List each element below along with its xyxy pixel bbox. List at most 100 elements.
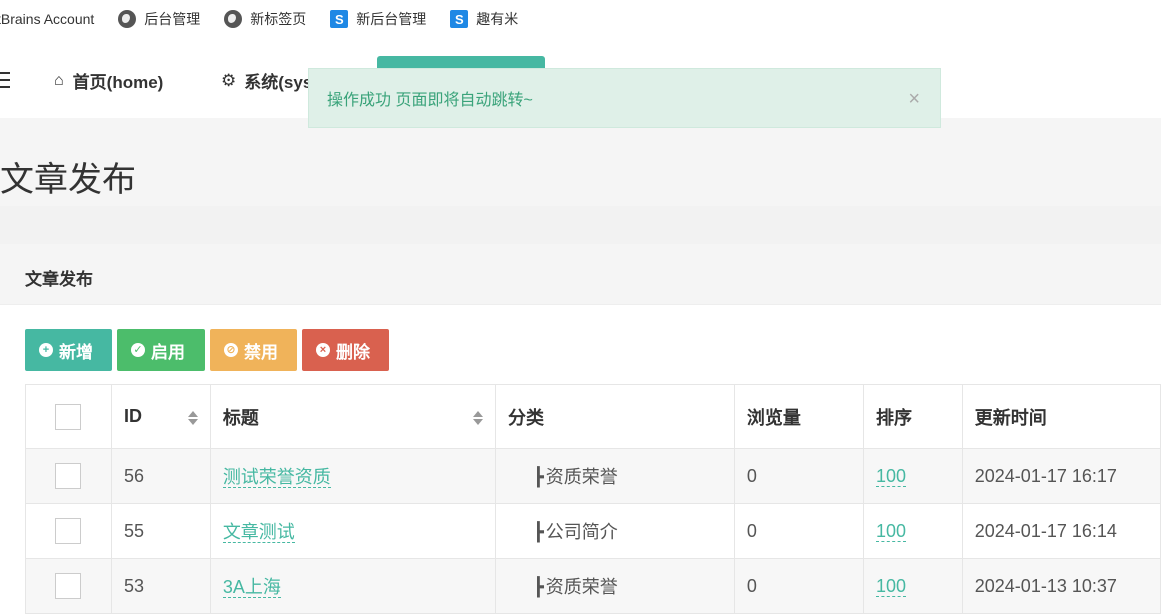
sort-icon[interactable] xyxy=(187,411,198,425)
col-id-header[interactable]: ID xyxy=(110,384,211,449)
row-checkbox[interactable] xyxy=(55,518,82,544)
sort-icon[interactable] xyxy=(472,411,483,425)
bookmark-label: 新标签页 xyxy=(250,11,307,27)
category-text: 资质荣誉 xyxy=(545,577,618,597)
cell-title: 3A上海 xyxy=(209,558,496,614)
row-select-cell xyxy=(25,448,112,504)
title-link[interactable]: 文章测试 xyxy=(222,522,295,543)
gear-icon: ⚙ xyxy=(221,70,237,90)
cell-updated: 2024-01-17 16:14 xyxy=(961,503,1161,559)
bookmark-label: 新后台管理 xyxy=(356,11,427,27)
tree-prefix: ┣ xyxy=(532,522,544,542)
cell-title: 文章测试 xyxy=(209,503,496,559)
title-link[interactable]: 测试荣誉资质 xyxy=(222,467,331,488)
cell-id: 55 xyxy=(110,503,211,559)
cell-sort: 100 xyxy=(862,503,963,559)
panel-header: 文章发布 xyxy=(0,244,1161,305)
enable-button-label: 启用 xyxy=(151,342,185,362)
nav-system[interactable]: ⚙ 系统(sys xyxy=(221,68,312,93)
table-row: 55 文章测试 ┣ 公司简介 0 100 2024-01-17 16:14 xyxy=(25,503,1161,559)
cell-title: 测试荣誉资质 xyxy=(209,448,496,504)
panel-title: 文章发布 xyxy=(25,270,93,289)
check-circle-icon: ✓ xyxy=(131,343,145,357)
col-category-header: 分类 xyxy=(494,384,735,449)
nav-home[interactable]: ⌂ 首页(home) xyxy=(54,68,163,93)
table-row: 56 测试荣誉资质 ┣ 资质荣誉 0 100 2024-01-17 16:17 xyxy=(25,448,1161,504)
delete-button[interactable]: × 删除 xyxy=(302,329,389,371)
delete-button-label: 删除 xyxy=(336,342,370,362)
cell-sort: 100 xyxy=(862,558,963,614)
globe-icon xyxy=(224,10,243,28)
cell-category: ┣ 资质荣誉 xyxy=(494,558,735,614)
close-icon[interactable]: × xyxy=(908,89,920,109)
globe-icon xyxy=(118,10,137,28)
section-divider xyxy=(0,206,1161,244)
sort-value-link[interactable]: 100 xyxy=(875,465,907,487)
category-text: 公司简介 xyxy=(545,522,618,542)
table-row: 53 3A上海 ┣ 资质荣誉 0 100 2024-01-13 10:37 xyxy=(25,558,1161,614)
ban-icon: ⊘ xyxy=(224,343,238,357)
bookmark-new-admin[interactable]: S 新后台管理 xyxy=(330,9,426,29)
col-title-label: 标题 xyxy=(222,407,259,428)
col-sort-label: 排序 xyxy=(875,407,912,428)
col-views-label: 浏览量 xyxy=(746,407,801,428)
row-checkbox[interactable] xyxy=(55,573,82,599)
table-header-row: ID 标题 分类 浏览量 排序 更新时间 xyxy=(25,384,1161,449)
col-category-label: 分类 xyxy=(507,407,544,428)
col-sort-header: 排序 xyxy=(862,384,963,449)
tree-prefix: ┣ xyxy=(532,577,544,597)
cell-category: ┣ 公司简介 xyxy=(494,503,735,559)
select-all-checkbox[interactable] xyxy=(55,403,82,430)
success-alert: 操作成功 页面即将自动跳转~ × xyxy=(308,68,941,128)
cell-id: 56 xyxy=(110,448,211,504)
articles-table: ID 标题 分类 浏览量 排序 更新时间 56 测试荣誉资质 ┣ 资质荣誉 0 … xyxy=(25,384,1161,614)
nav-home-label: 首页(home) xyxy=(72,73,164,92)
title-link[interactable]: 3A上海 xyxy=(222,577,281,598)
alert-message: 操作成功 页面即将自动跳转~ xyxy=(327,92,533,109)
col-updated-label: 更新时间 xyxy=(974,407,1047,428)
cell-views: 0 xyxy=(733,503,864,559)
cell-sort: 100 xyxy=(862,448,963,504)
cell-views: 0 xyxy=(733,558,864,614)
page-title: 文章发布 xyxy=(0,161,136,199)
bookmark-new-tab[interactable]: 新标签页 xyxy=(224,9,306,29)
cell-views: 0 xyxy=(733,448,864,504)
s-icon: S xyxy=(450,10,469,28)
bookmark-quyoumi[interactable]: S 趣有米 xyxy=(450,9,518,29)
disable-button[interactable]: ⊘ 禁用 xyxy=(210,329,297,371)
category-text: 资质荣誉 xyxy=(545,467,618,487)
cell-updated: 2024-01-13 10:37 xyxy=(961,558,1161,614)
home-icon: ⌂ xyxy=(54,71,64,89)
cell-id: 53 xyxy=(110,558,211,614)
add-button-label: 新增 xyxy=(59,342,93,362)
enable-button[interactable]: ✓ 启用 xyxy=(117,329,205,371)
disable-button-label: 禁用 xyxy=(244,342,278,362)
bookmark-label: 后台管理 xyxy=(144,11,201,27)
cell-updated: 2024-01-17 16:17 xyxy=(961,448,1161,504)
bookmark-jetbrains-account[interactable]: tBrains Account xyxy=(0,11,94,27)
col-id-label: ID xyxy=(123,406,142,426)
row-checkbox[interactable] xyxy=(55,463,82,489)
tree-prefix: ┣ xyxy=(532,467,544,487)
select-all-cell xyxy=(25,384,112,449)
sort-value-link[interactable]: 100 xyxy=(875,520,907,542)
col-updated-header: 更新时间 xyxy=(961,384,1161,449)
col-title-header[interactable]: 标题 xyxy=(209,384,496,449)
s-icon: S xyxy=(330,10,349,28)
menu-toggle-icon[interactable] xyxy=(0,72,10,88)
cell-category: ┣ 资质荣誉 xyxy=(494,448,735,504)
col-views-header: 浏览量 xyxy=(733,384,864,449)
plus-circle-icon: + xyxy=(39,343,53,357)
toolbar: + 新增 ✓ 启用 ⊘ 禁用 × 删除 xyxy=(25,329,394,371)
bookmarks-bar: tBrains Account 后台管理 新标签页 S 新后台管理 S 趣有米 xyxy=(0,0,1161,38)
bookmark-label: 趣有米 xyxy=(476,11,519,27)
row-select-cell xyxy=(25,503,112,559)
bookmark-admin[interactable]: 后台管理 xyxy=(118,9,200,29)
sort-value-link[interactable]: 100 xyxy=(875,575,907,597)
times-circle-icon: × xyxy=(316,343,330,357)
bookmark-label: tBrains Account xyxy=(0,11,95,27)
nav-system-label: 系统(sys xyxy=(244,73,313,92)
add-button[interactable]: + 新增 xyxy=(25,329,112,371)
row-select-cell xyxy=(25,558,112,614)
page-header: 文章发布 xyxy=(0,118,1161,206)
